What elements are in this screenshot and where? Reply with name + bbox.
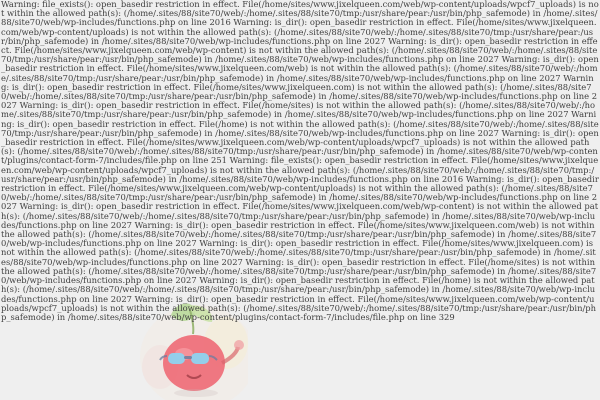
php-warning-log: Warning: file_exists(): open_basedir res… (1, 0, 599, 322)
